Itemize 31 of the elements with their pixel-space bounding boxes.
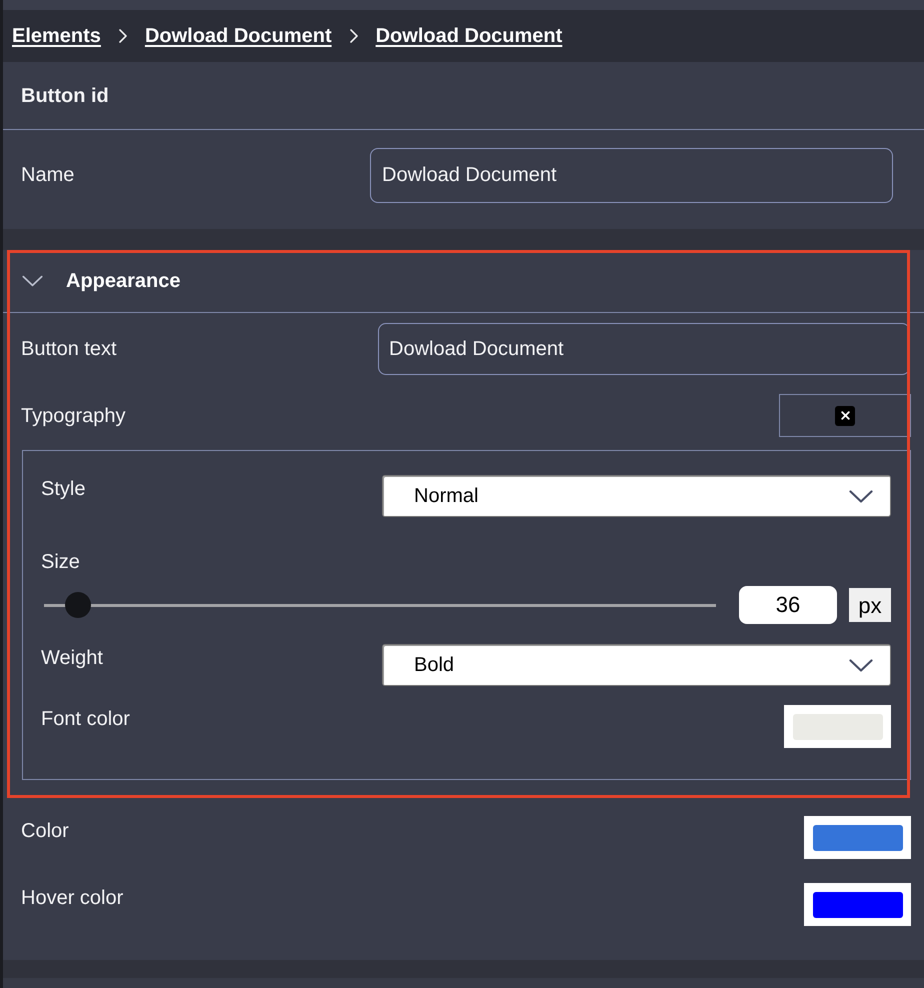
- color-picker[interactable]: [804, 883, 911, 926]
- field-label: Size: [41, 550, 80, 574]
- font-color-picker[interactable]: [784, 705, 891, 748]
- field-label: Button text: [21, 337, 117, 362]
- chevron-right-icon: [350, 29, 358, 43]
- field-label: Typography: [21, 404, 126, 428]
- slider-thumb[interactable]: [64, 592, 91, 618]
- style-select[interactable]: Normal: [382, 475, 891, 517]
- size-input[interactable]: 36: [739, 586, 837, 624]
- slider-track[interactable]: [44, 592, 716, 618]
- appearance-header[interactable]: Appearance: [3, 250, 924, 313]
- button-text-input[interactable]: Dowload Document: [378, 323, 910, 375]
- chevron-down-icon: [849, 658, 873, 672]
- name-input[interactable]: Dowload Document: [370, 148, 893, 203]
- chevron-right-icon: [118, 29, 127, 43]
- clear-typography-button[interactable]: [779, 394, 911, 437]
- field-label: Weight: [41, 646, 103, 670]
- field-label: Color: [21, 819, 69, 843]
- color-picker[interactable]: [804, 816, 911, 859]
- section-title: Button id: [21, 84, 109, 108]
- close-icon: [835, 406, 855, 426]
- chevron-down-icon: [849, 490, 873, 502]
- field-label: Hover color: [21, 886, 124, 910]
- breadcrumb-link[interactable]: Dowload Document: [376, 21, 562, 51]
- field-label: Font color: [41, 707, 130, 731]
- field-label: Name: [21, 163, 74, 187]
- weight-select[interactable]: Bold: [382, 644, 891, 686]
- breadcrumb-link[interactable]: Dowload Document: [144, 21, 332, 51]
- unit-label: px: [849, 588, 891, 622]
- field-label: Style: [41, 477, 86, 501]
- breadcrumb-link[interactable]: Elements: [12, 21, 101, 51]
